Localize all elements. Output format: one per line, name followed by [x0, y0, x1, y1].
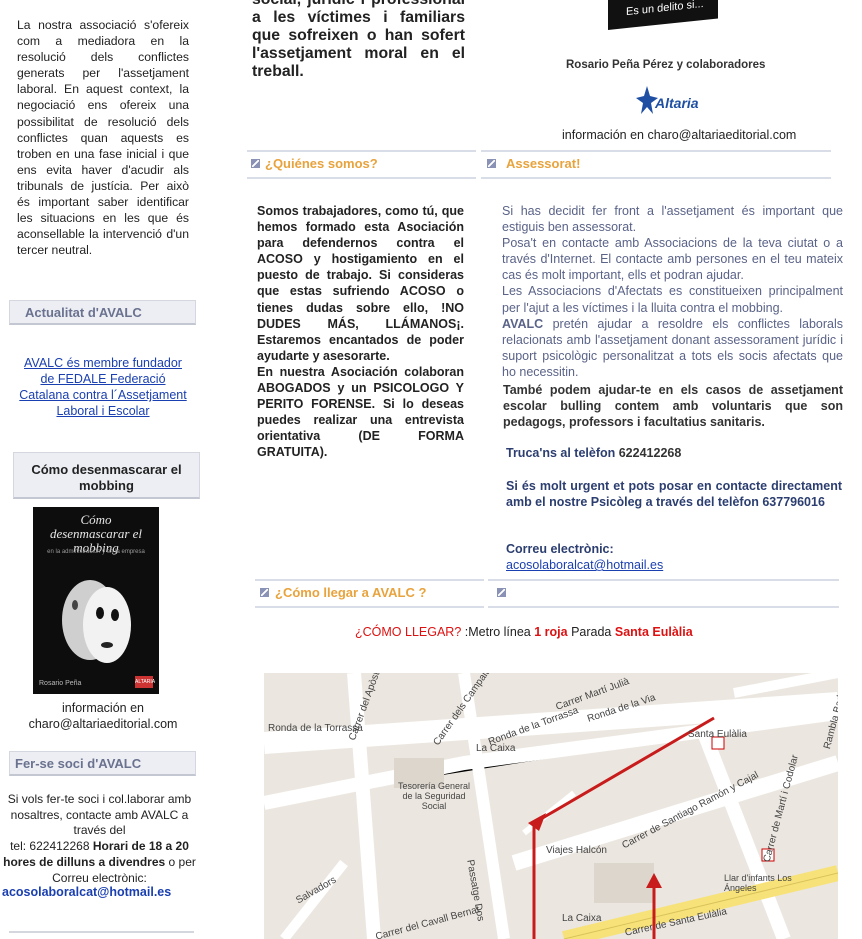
quienes-heading: ¿Quiénes somos? [247, 150, 476, 179]
assessorat-heading: Assessorat! [481, 150, 831, 179]
top-info: información en charo@altariaeditorial.co… [562, 128, 797, 142]
phone-number: 622412268 [618, 446, 682, 460]
soci-heading: Fer-se soci d'AVALC [9, 751, 196, 776]
soci-text-intro: Si vols fer-te soci i col.laborar amb no… [7, 792, 192, 838]
directions-line: ¿CÓMO LLEGAR? :Metro línea 1 roja Parada… [355, 625, 693, 639]
street-label: La Caixa [562, 913, 602, 924]
assessorat-p5: També podem ajudar-te en els casos de as… [503, 383, 843, 429]
assessorat-text: Si has decidit fer front a l'assetjament… [502, 203, 843, 380]
actualitat-heading: Actualitat d'AVALC [9, 300, 196, 325]
quienes-heading-label: ¿Quiénes somos? [265, 156, 378, 171]
chevron-right-icon [487, 159, 496, 168]
chevron-right-icon [260, 588, 269, 597]
actualitat-heading-label: Actualitat d'AVALC [25, 305, 142, 320]
left-intro-text: La nostra associació s'ofereix com a med… [17, 18, 189, 258]
soci-heading-label: Fer-se soci d'AVALC [15, 756, 142, 771]
street-label: Santa Eulàlia [688, 729, 747, 740]
urgent-phone: 637796016 [762, 495, 825, 509]
soci-phone: tel: 622412268 [10, 839, 93, 854]
book-cover-author: Rosario Peña [39, 680, 82, 687]
quienes-text-1: Somos trabajadores, como tú, que hemos f… [257, 204, 464, 363]
book-banner-text: Es un delito si... [626, 0, 704, 19]
urgent-line: Si és molt urgent et pots posar en conta… [506, 478, 842, 510]
empty-heading [488, 579, 839, 608]
directions-parada: Parada [567, 625, 615, 639]
map-roads [264, 673, 838, 939]
phone-label: Truca'ns al telèfon [506, 446, 619, 460]
book-info-email: charo@altariaeditorial.com [28, 717, 178, 731]
left-divider [9, 931, 194, 933]
soci-email[interactable]: acosolaboralcat@hotmail.es [2, 885, 171, 899]
directions-metro: :Metro línea [461, 625, 535, 639]
llegar-heading: ¿Cómo llegar a AVALC ? [255, 579, 484, 608]
assessorat-p3: Les Associacions d'Afectats es constitue… [502, 284, 843, 315]
directions-station: Santa Eulàlia [614, 625, 693, 639]
street-label: Ronda de la Torrassa [268, 723, 363, 734]
assessorat-heading-label: Assessorat! [506, 156, 581, 171]
chevron-right-icon [497, 588, 506, 597]
phone-line: Truca'ns al telèfon 622412268 [506, 446, 681, 460]
street-label: Viajes Halcón [546, 845, 607, 856]
book-authors: Rosario Peña Pérez y colaboradores [566, 59, 766, 71]
llegar-heading-label: ¿Cómo llegar a AVALC ? [275, 585, 427, 600]
street-label: Llar d'infants Los Ángeles [724, 873, 792, 893]
assessorat-p1: Si has decidit fer front a l'assetjament… [502, 204, 843, 235]
assessorat-p4: pretén ajudar a resoldre els conflictes … [502, 316, 843, 379]
assessorat-p2: Posa't en contacte amb Associacions de l… [502, 236, 843, 283]
email-link[interactable]: acosolaboralcat@hotmail.es [506, 558, 663, 572]
location-map[interactable]: Carrer del Apòstol Carrer dels Campalans… [264, 673, 838, 939]
fedale-link[interactable]: AVALC és membre fundador de FEDALE Feder… [17, 355, 189, 419]
quienes-text-2: En nuestra Asociación colaboran ABOGADOS… [257, 364, 464, 460]
book-cover-subtitle: en la administración y en la empresa [47, 549, 145, 555]
top-intro-text: social, jurídic i professional a les víc… [252, 0, 465, 80]
directions-line-color: 1 roja [534, 625, 568, 639]
masks-illustration [62, 580, 131, 663]
book-cover-publisher-logo: ALTARIA [135, 676, 155, 688]
book-cover-image[interactable]: Cómo desenmascarar el mobbing en la admi… [33, 507, 159, 694]
directions-question: ¿CÓMO LLEGAR? [355, 625, 462, 639]
altaria-logo-text: Altaria [655, 95, 699, 111]
street-label: La Caixa [476, 743, 516, 754]
soci-text: Si vols fer-te soci i col.laborar amb no… [3, 792, 196, 886]
book-heading: Cómo desenmascarar el mobbing [13, 452, 200, 499]
book-info-label: información en [62, 701, 144, 715]
book-banner: Es un delito si... [608, 0, 718, 30]
quienes-text: Somos trabajadores, como tú, que hemos f… [257, 203, 464, 461]
assessorat-avalc: AVALC [502, 316, 544, 331]
street-label: Tesorería General de la Seguridad Social [397, 781, 471, 811]
email-label: Correu electrònic: [506, 542, 614, 556]
book-heading-label: Cómo desenmascarar el mobbing [31, 462, 182, 493]
chevron-right-icon [251, 159, 260, 168]
